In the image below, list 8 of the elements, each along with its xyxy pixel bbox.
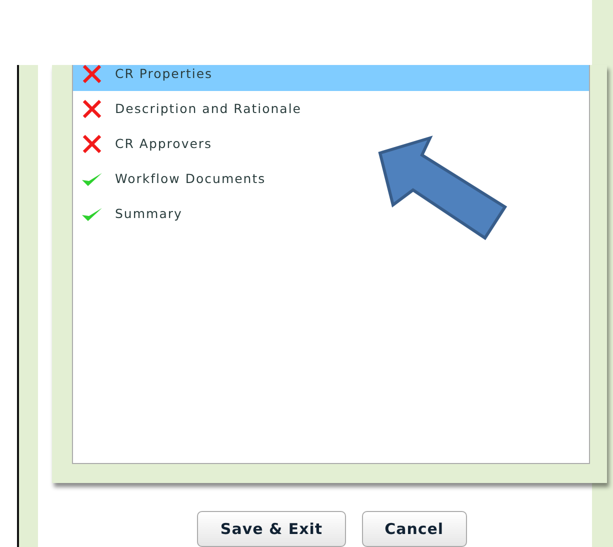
cancel-button[interactable]: Cancel bbox=[362, 511, 467, 547]
step-item[interactable]: Workflow Documents bbox=[73, 161, 589, 196]
step-item[interactable]: Description and Rationale bbox=[73, 91, 589, 126]
step-item[interactable]: CR Approvers bbox=[73, 126, 589, 161]
save-exit-button[interactable]: Save & Exit bbox=[197, 511, 346, 547]
step-item[interactable]: Summary bbox=[73, 196, 589, 231]
arrow-icon bbox=[378, 136, 508, 240]
step-item[interactable]: CR Properties bbox=[73, 65, 589, 91]
